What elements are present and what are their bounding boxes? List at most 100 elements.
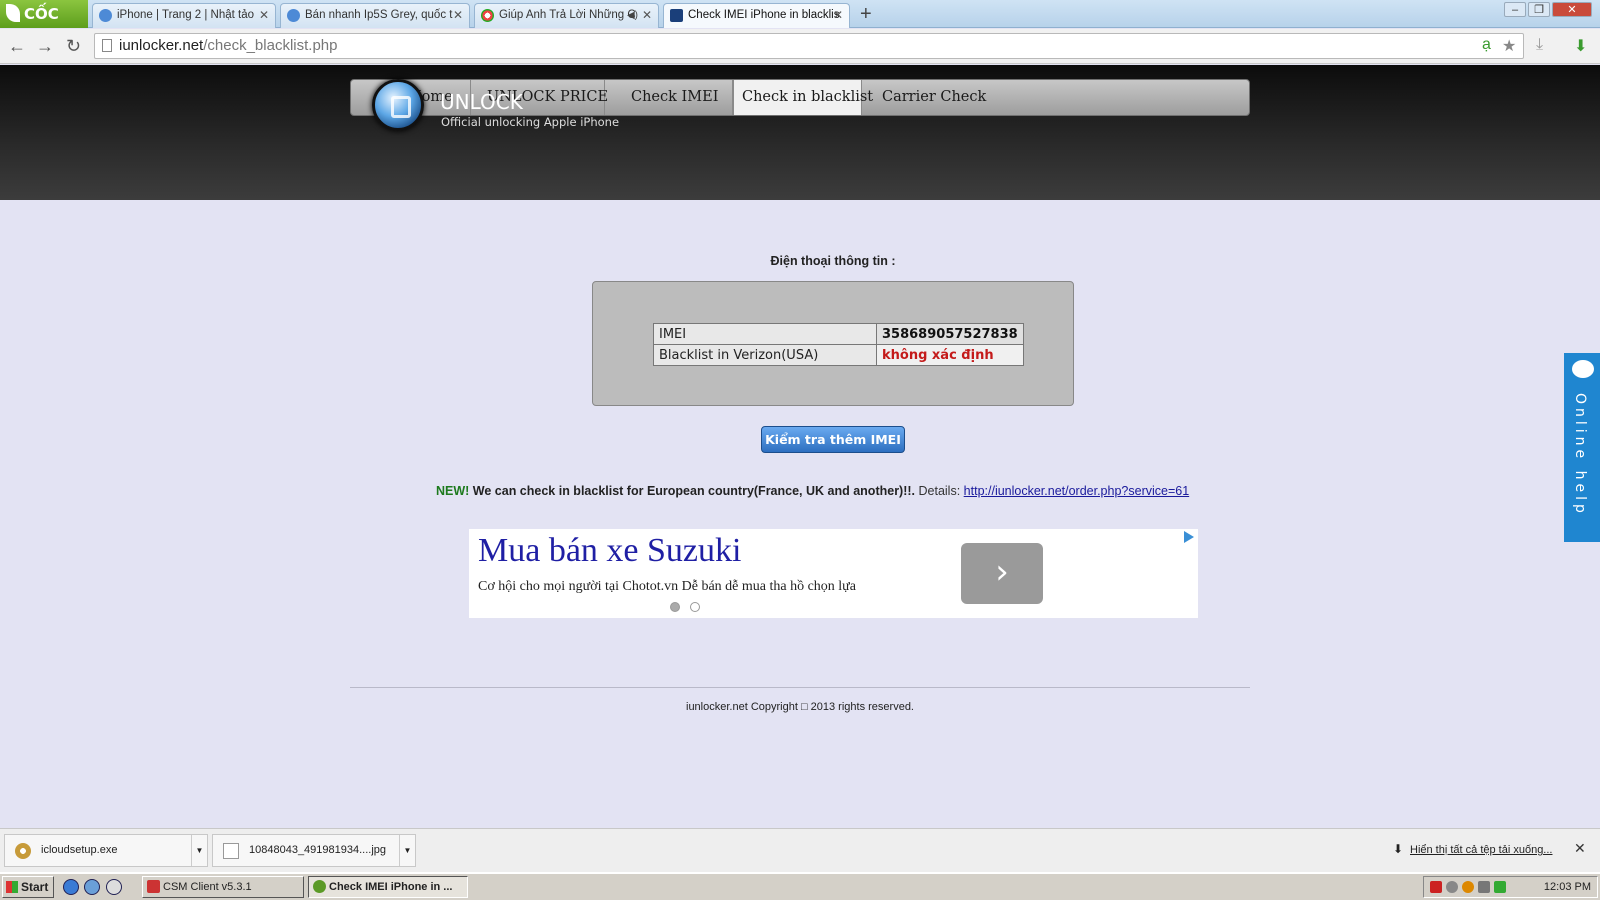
nav-check-in-blacklist[interactable]: Check in blacklist xyxy=(733,80,873,115)
site-title: UNLOCK xyxy=(440,90,523,114)
browser-quicklaunch-icon[interactable] xyxy=(84,879,100,895)
download-item[interactable]: 10848043_491981934....jpg ▼ xyxy=(212,834,416,867)
nav-carrier-check[interactable]: Carrier Check xyxy=(862,80,992,115)
nav-label: Check in blacklist xyxy=(742,89,874,105)
ad-banner[interactable]: Mua bán xe Suzuki Cơ hội cho mọi người t… xyxy=(469,529,1198,618)
tab-title: Giúp Anh Trả Lời Những C xyxy=(499,9,636,21)
ad-title[interactable]: Mua bán xe Suzuki xyxy=(478,532,741,570)
start-button[interactable]: Start xyxy=(2,876,54,898)
chrome-icon xyxy=(481,9,494,22)
notice-line: NEW! We can check in blacklist for Europ… xyxy=(436,484,1189,498)
image-file-icon xyxy=(223,843,239,859)
blacklist-status: không xác định xyxy=(876,344,1024,366)
info-panel: IMEI 358689057527838 Blacklist in Verizo… xyxy=(592,281,1074,406)
coccoc-icon xyxy=(313,880,326,893)
table-row: Blacklist in Verizon(USA) không xác định xyxy=(653,344,1024,366)
minimize-icon[interactable]: – xyxy=(1504,2,1526,17)
blacklist-label: Blacklist in Verizon(USA) xyxy=(653,344,877,366)
show-all-downloads-link[interactable]: Hiển thị tất cả tệp tải xuống... xyxy=(1410,844,1552,856)
site-subtitle: Official unlocking Apple iPhone xyxy=(441,115,620,129)
info-heading: Điện thoại thông tin : xyxy=(770,254,896,268)
leaf-icon xyxy=(6,4,20,22)
globe-icon xyxy=(99,9,112,22)
footer-copyright: iunlocker.net Copyright □ 2013 rights re… xyxy=(686,701,914,713)
system-tray: 12:03 PM xyxy=(1423,876,1598,898)
extension-icon[interactable]: ạ xyxy=(1482,36,1491,54)
taskbar-browser[interactable]: Check IMEI iPhone in ... xyxy=(308,876,468,898)
url-host: iunlocker.net xyxy=(119,37,204,54)
tab-title: Check IMEI iPhone in blacklis xyxy=(688,9,840,21)
forward-icon[interactable]: → xyxy=(36,35,54,57)
nav-label: Check IMEI xyxy=(631,89,719,105)
browser-tab-bar: CỐC CỐC iPhone | Trang 2 | Nhật tảo ✕ Bá… xyxy=(0,0,1600,51)
tray-app-icon[interactable] xyxy=(1430,881,1442,893)
star-icon[interactable]: ★ xyxy=(1502,36,1516,56)
download-item[interactable]: icloudsetup.exe ▼ xyxy=(4,834,208,867)
taskbar-button-label: CSM Client v5.3.1 xyxy=(163,881,252,893)
notice-details-label: Details: xyxy=(915,484,964,498)
download-filename: 10848043_491981934....jpg xyxy=(249,844,387,856)
new-tab-button[interactable]: + xyxy=(860,2,872,26)
speaker-icon: ◀) xyxy=(626,10,638,21)
taskbar-csm-client[interactable]: CSM Client v5.3.1 xyxy=(142,876,304,898)
ad-text: Cơ hội cho mọi người tại Chotot.vn Dễ bá… xyxy=(478,579,856,594)
carousel-dot[interactable] xyxy=(670,602,680,612)
volume-icon[interactable] xyxy=(1478,881,1490,893)
network-icon[interactable] xyxy=(1494,881,1506,893)
page-icon xyxy=(102,39,112,52)
online-help-label: Online help xyxy=(1572,393,1588,517)
download-manager-icon[interactable]: ⤓ xyxy=(1536,36,1543,54)
new-badge: NEW! xyxy=(436,484,470,498)
imei-value: 358689057527838 xyxy=(876,323,1024,345)
chat-icon xyxy=(1572,360,1594,378)
windows-flag-icon xyxy=(6,881,18,893)
chevron-down-icon[interactable]: ▼ xyxy=(191,835,207,866)
notice-message: We can check in blacklist for European c… xyxy=(469,484,916,498)
adchoices-icon[interactable] xyxy=(1184,531,1194,543)
back-icon[interactable]: ← xyxy=(8,35,26,57)
close-icon[interactable]: ✕ xyxy=(833,4,843,27)
tab-3[interactable]: Giúp Anh Trả Lời Những C ◀) ✕ xyxy=(474,3,659,28)
close-icon[interactable]: ✕ xyxy=(1574,840,1586,857)
installer-icon xyxy=(15,843,31,859)
tray-app-icon[interactable] xyxy=(1462,881,1474,893)
download-icon[interactable]: ⬇ xyxy=(1574,36,1587,56)
ie-icon[interactable] xyxy=(63,879,79,895)
address-bar: ← → ↻ iunlocker.net/check_blacklist.php … xyxy=(0,29,1600,64)
nav-check-imei[interactable]: Check IMEI xyxy=(605,80,733,115)
tab-title: iPhone | Trang 2 | Nhật tảo xyxy=(117,9,255,21)
tab-4[interactable]: Check IMEI iPhone in blacklis ✕ xyxy=(663,3,850,28)
notice-link[interactable]: http://iunlocker.net/order.php?service=6… xyxy=(964,484,1190,498)
taskbar-button-label: Check IMEI iPhone in ... xyxy=(329,881,453,893)
restore-icon[interactable]: ❐ xyxy=(1528,2,1550,17)
table-row: IMEI 358689057527838 xyxy=(653,323,1024,345)
url-input[interactable]: iunlocker.net/check_blacklist.php xyxy=(94,33,1524,59)
check-more-imei-button[interactable]: Kiểm tra thêm IMEI xyxy=(761,426,905,453)
online-help-tab[interactable]: Online help xyxy=(1564,353,1600,542)
footer-divider xyxy=(350,687,1250,688)
tab-1[interactable]: iPhone | Trang 2 | Nhật tảo ✕ xyxy=(92,3,276,28)
carousel-dot[interactable] xyxy=(690,602,700,612)
start-label: Start xyxy=(21,880,49,894)
close-icon[interactable]: ✕ xyxy=(259,4,269,27)
info-table: IMEI 358689057527838 Blacklist in Verizo… xyxy=(653,323,1024,366)
reload-icon[interactable]: ↻ xyxy=(66,35,81,57)
close-icon[interactable]: ✕ xyxy=(453,4,463,27)
chevron-right-icon[interactable]: › xyxy=(961,543,1043,604)
site-header: Home UNLOCK PRICE Check IMEI Check in bl… xyxy=(0,65,1600,200)
tray-app-icon[interactable] xyxy=(1446,881,1458,893)
download-shelf: icloudsetup.exe ▼ 10848043_491981934....… xyxy=(0,828,1600,872)
tab-2[interactable]: Bán nhanh Ip5S Grey, quốc t ✕ xyxy=(280,3,470,28)
taskbar: Start CSM Client v5.3.1 Check IMEI iPhon… xyxy=(0,872,1600,900)
app-icon xyxy=(147,880,160,893)
site-favicon-icon xyxy=(670,9,683,22)
chevron-down-icon[interactable]: ▼ xyxy=(399,835,415,866)
media-player-icon[interactable] xyxy=(106,879,122,895)
clock: 12:03 PM xyxy=(1543,881,1591,893)
browser-logo[interactable]: CỐC CỐC xyxy=(0,0,88,51)
window-controls: – ❐ ✕ xyxy=(1502,1,1592,17)
close-icon[interactable]: ✕ xyxy=(642,4,652,27)
window-close-icon[interactable]: ✕ xyxy=(1552,2,1592,17)
url-path: /check_blacklist.php xyxy=(203,37,338,54)
unlock-logo xyxy=(372,79,424,131)
